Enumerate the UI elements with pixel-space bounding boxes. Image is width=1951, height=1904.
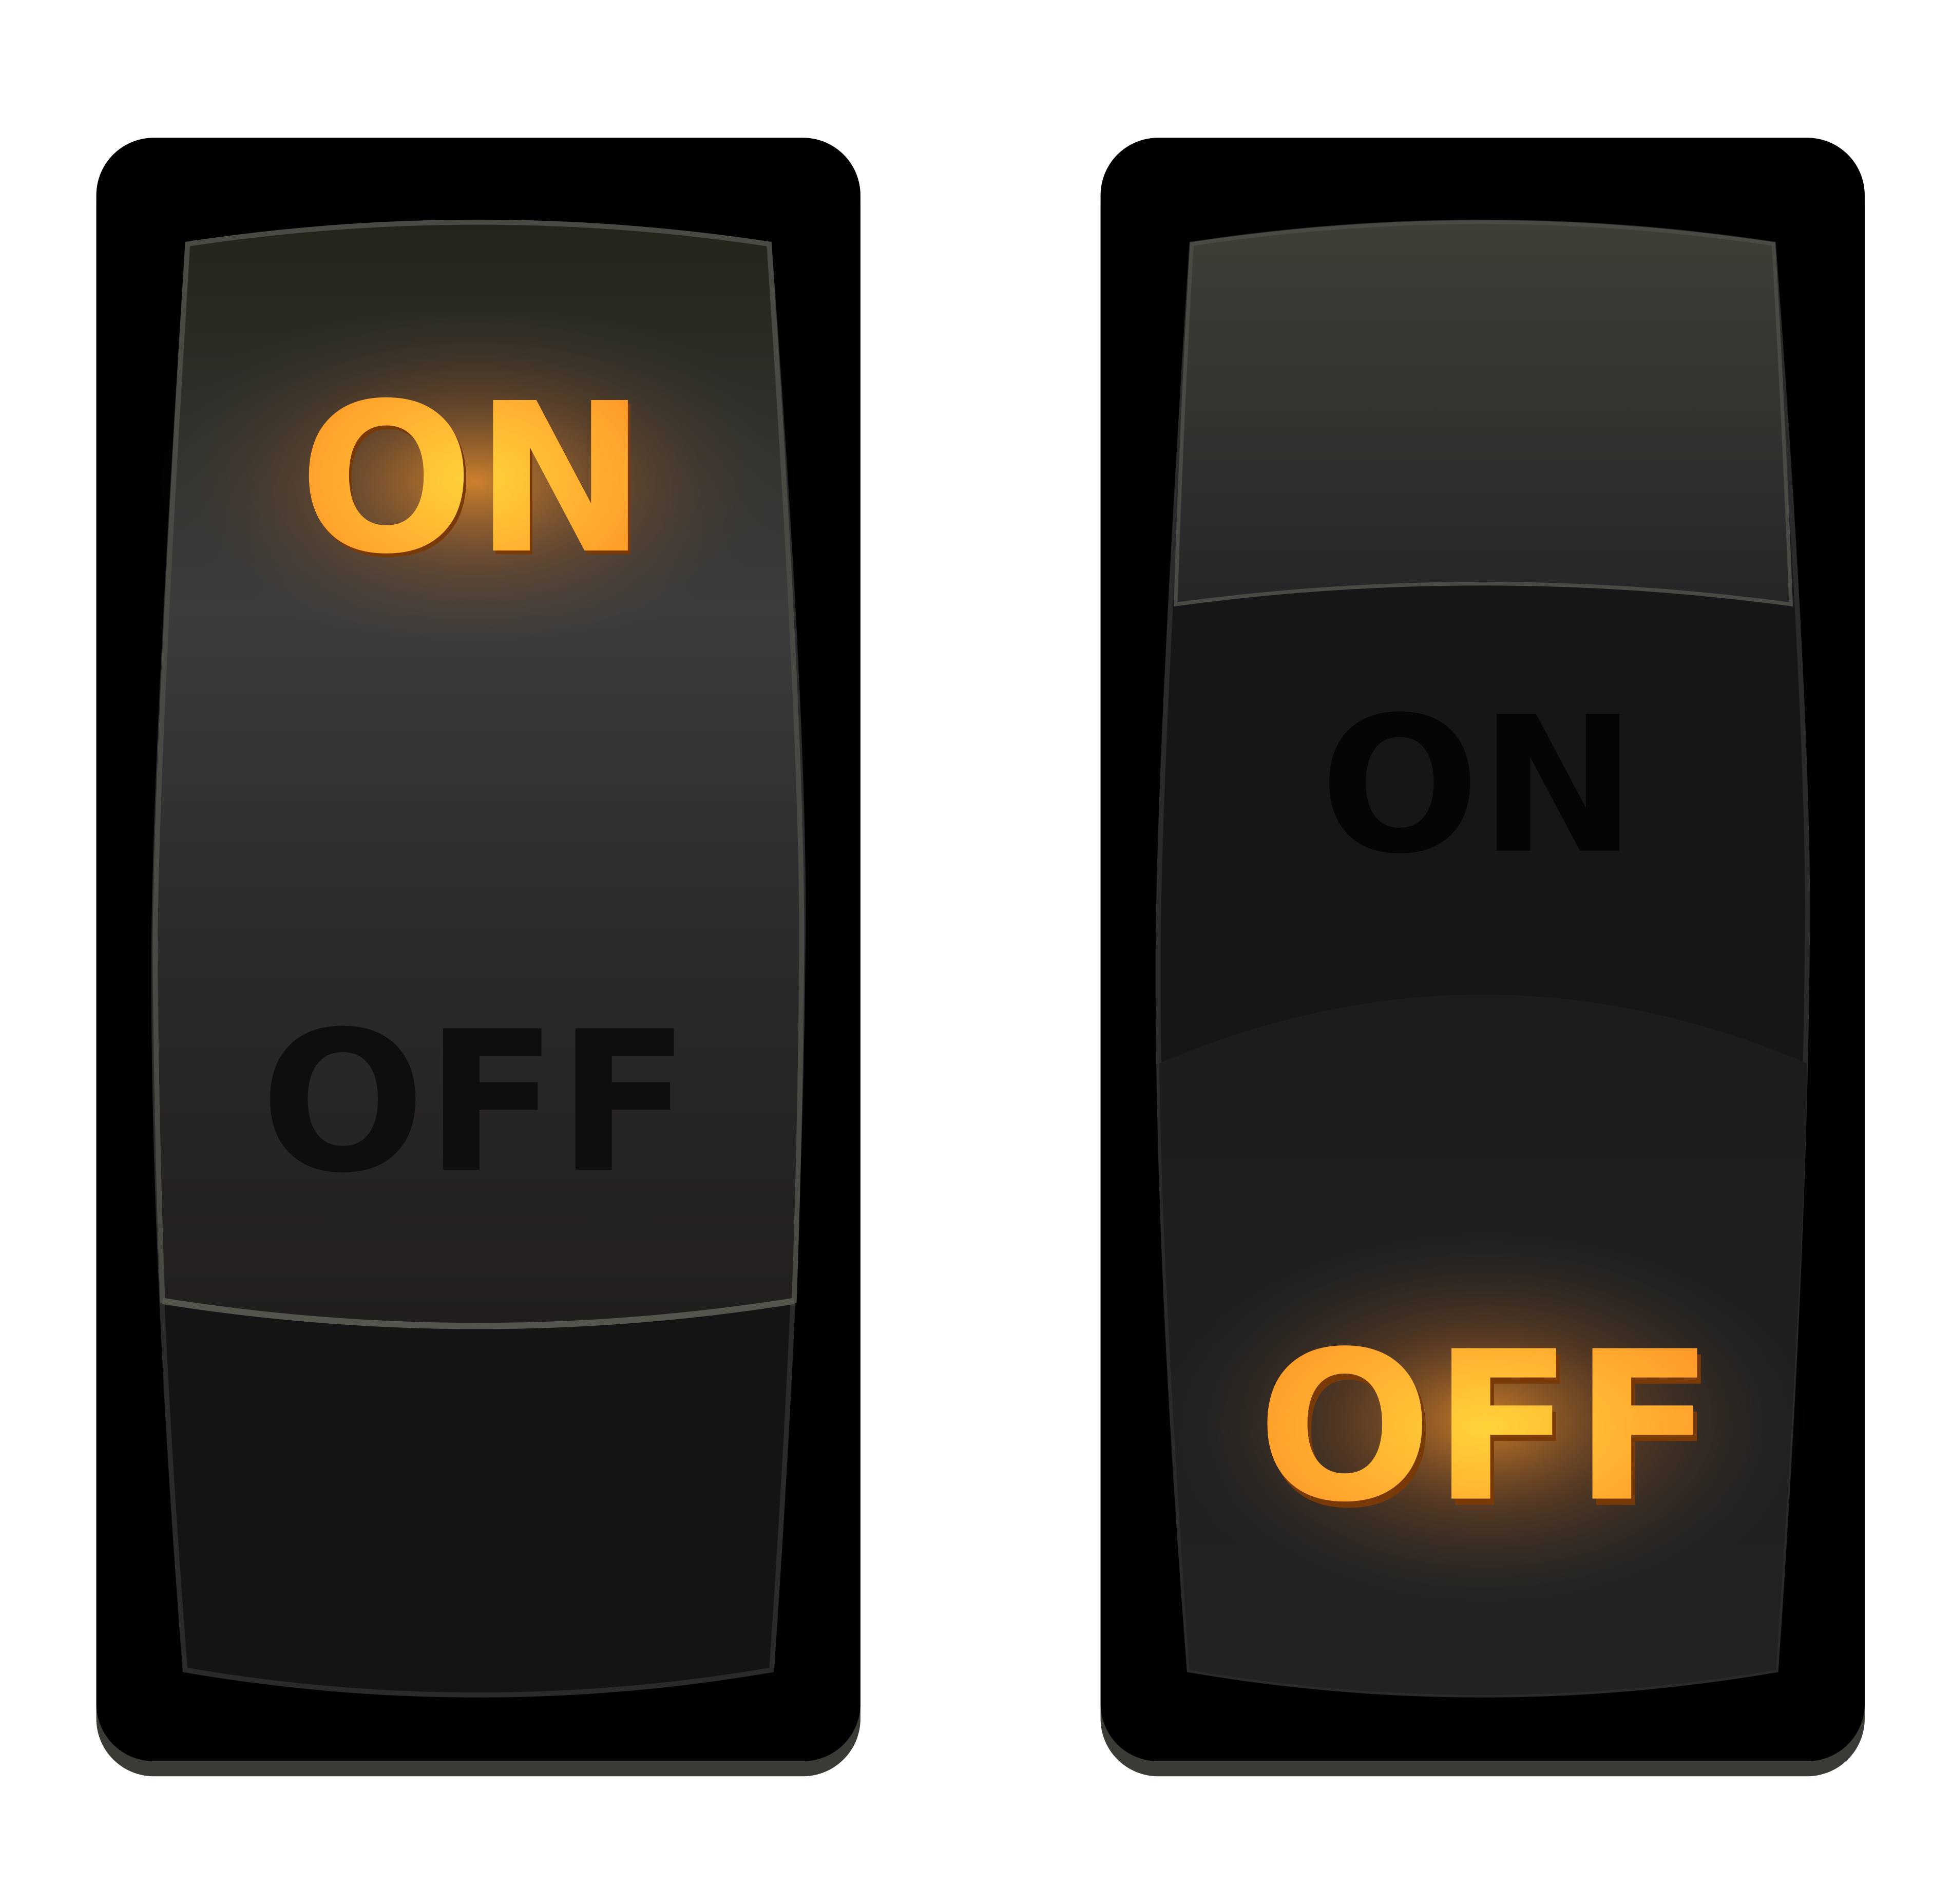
rocker-raised-top xyxy=(1173,220,1793,607)
rocker-switch-right[interactable]: ON OFF OFF xyxy=(1100,138,1865,1777)
on-label-lit: ON xyxy=(299,359,647,599)
off-label-unlit: OFF xyxy=(260,991,690,1216)
on-label-unlit: ON xyxy=(1320,677,1636,896)
off-label-lit: OFF xyxy=(1257,1307,1714,1547)
rocker-switch-left[interactable]: ON ON OFF xyxy=(96,138,860,1777)
rocker-switches: ON ON OFF ON OFF OFF xyxy=(96,138,1865,1777)
